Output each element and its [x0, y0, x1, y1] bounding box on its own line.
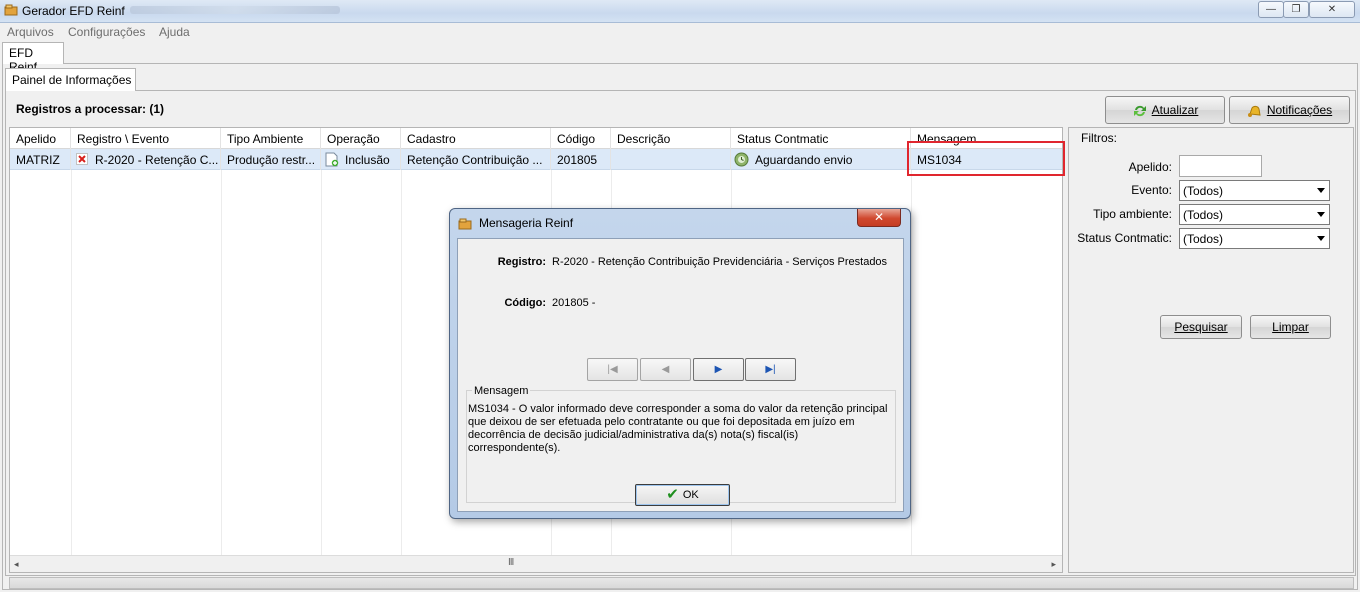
last-record-button[interactable]: ▶|: [745, 358, 796, 381]
bell-icon: [1247, 106, 1261, 118]
column-header-apelido[interactable]: Apelido: [10, 128, 71, 149]
app-icon: [4, 4, 18, 16]
mensageria-dialog: Mensageria Reinf ✕ Registro: R-2020 - Re…: [449, 208, 911, 519]
title-redacted-text: [130, 6, 340, 14]
column-header-codigo[interactable]: Código: [551, 128, 611, 149]
chevron-down-icon: [1317, 212, 1325, 217]
codigo-value: 201805 -: [552, 297, 596, 309]
menu-arquivos[interactable]: Arquivos: [7, 25, 54, 39]
bottom-scrollbar[interactable]: [9, 577, 1354, 589]
dialog-close-button[interactable]: ✕: [857, 209, 901, 227]
filter-tipo-ambiente-label: Tipo ambiente:: [1093, 207, 1172, 221]
scroll-right-arrow-icon[interactable]: ▸: [1051, 559, 1056, 570]
message-highlight-box: [907, 141, 1065, 176]
grid-column-line: [71, 170, 72, 555]
filter-status-select[interactable]: (Todos): [1179, 228, 1330, 249]
cell-status: Aguardando envio: [731, 149, 911, 170]
notifications-label: Notificações: [1266, 103, 1333, 117]
ok-button-label: OK: [682, 489, 699, 501]
minimize-button[interactable]: —: [1258, 1, 1284, 18]
clear-button[interactable]: Limpar: [1250, 315, 1331, 339]
grid-header: Apelido Registro \ Evento Tipo Ambiente …: [10, 128, 1062, 149]
refresh-icon: [1133, 105, 1146, 116]
cell-descricao: [611, 149, 731, 170]
tab-efd-reinf[interactable]: EFD Reinf: [2, 42, 64, 74]
cell-tipo-ambiente: Produção restr...: [221, 149, 321, 170]
registro-label: Registro:: [497, 256, 546, 268]
notifications-button[interactable]: Notificações: [1229, 96, 1350, 124]
message-legend: Mensagem: [472, 385, 531, 397]
registro-value: R-2020 - Retenção Contribuição Previdenc…: [552, 256, 888, 268]
codigo-label: Código:: [504, 297, 546, 309]
message-text: MS1034 - O valor informado deve correspo…: [468, 403, 888, 454]
cell-operacao-text: Inclusão: [345, 153, 390, 167]
menu-bar: Arquivos Configurações Ajuda: [0, 23, 1360, 41]
filter-evento-label: Evento:: [1131, 183, 1172, 197]
cell-apelido: MATRIZ: [10, 149, 71, 170]
dialog-title: Mensageria Reinf: [479, 216, 574, 230]
column-header-registro[interactable]: Registro \ Evento: [71, 128, 221, 149]
filter-evento-value: (Todos): [1183, 184, 1224, 198]
scroll-left-arrow-icon[interactable]: ◂: [14, 559, 19, 570]
checkmark-icon: ✔: [666, 486, 679, 504]
filter-evento-select[interactable]: (Todos): [1179, 180, 1330, 201]
grid-column-line: [911, 170, 912, 555]
cell-cadastro: Retenção Contribuição ...: [401, 149, 551, 170]
filter-apelido-label: Apelido:: [1128, 160, 1172, 174]
search-button-label: Pesquisar: [1174, 320, 1228, 334]
chevron-down-icon: [1317, 188, 1325, 193]
clear-button-label: Limpar: [1272, 320, 1309, 334]
close-button[interactable]: ✕: [1309, 1, 1355, 18]
cell-operacao: Inclusão: [321, 149, 401, 170]
window-title: Gerador EFD Reinf: [22, 4, 125, 18]
menu-configuracoes[interactable]: Configurações: [68, 25, 145, 39]
dialog-body: Registro: R-2020 - Retenção Contribuição…: [457, 238, 904, 512]
filter-status-value: (Todos): [1183, 232, 1224, 246]
cell-status-text: Aguardando envio: [755, 153, 853, 167]
pending-status-icon: [734, 152, 749, 167]
chevron-down-icon: [1317, 236, 1325, 241]
cell-codigo: 201805: [551, 149, 611, 170]
grid-column-line: [321, 170, 322, 555]
scroll-thumb-grip[interactable]: III: [508, 557, 514, 568]
filter-tipo-ambiente-select[interactable]: (Todos): [1179, 204, 1330, 225]
refresh-button[interactable]: Atualizar: [1105, 96, 1225, 124]
cell-registro-text: R-2020 - Retenção C...: [95, 153, 219, 167]
column-header-descricao[interactable]: Descrição: [611, 128, 731, 149]
refresh-label: Atualizar: [1151, 103, 1199, 117]
search-button[interactable]: Pesquisar: [1160, 315, 1242, 339]
column-header-status[interactable]: Status Contmatic: [731, 128, 911, 149]
next-record-button[interactable]: ▶: [693, 358, 744, 381]
filter-apelido-input[interactable]: [1179, 155, 1262, 177]
app-icon: [458, 218, 472, 230]
cell-registro: R-2020 - Retenção C...: [71, 149, 221, 170]
column-header-tipo-ambiente[interactable]: Tipo Ambiente: [221, 128, 321, 149]
previous-record-button[interactable]: ◀: [640, 358, 691, 381]
filter-tipo-ambiente-value: (Todos): [1183, 208, 1224, 222]
title-bar: Gerador EFD Reinf — ❐ ✕: [0, 0, 1360, 23]
column-header-cadastro[interactable]: Cadastro: [401, 128, 551, 149]
event-error-icon: [76, 153, 88, 165]
column-header-operacao[interactable]: Operação: [321, 128, 401, 149]
grid-column-line: [221, 170, 222, 555]
table-row[interactable]: MATRIZ R-2020 - Retenção C... Produção r…: [10, 149, 1062, 170]
ok-button[interactable]: ✔ OK: [635, 484, 730, 506]
records-count-label: Registros a processar: (1): [16, 102, 165, 116]
filter-status-label: Status Contmatic:: [1077, 231, 1172, 245]
document-add-icon: [325, 152, 339, 167]
grid-column-line: [401, 170, 402, 555]
horizontal-scrollbar[interactable]: ◂ III ▸: [10, 555, 1062, 572]
first-record-button[interactable]: |◀: [587, 358, 638, 381]
tab-painel-informacoes[interactable]: Painel de Informações: [5, 68, 136, 91]
filters-legend: Filtros:: [1079, 131, 1119, 145]
menu-ajuda[interactable]: Ajuda: [159, 25, 190, 39]
maximize-button[interactable]: ❐: [1283, 1, 1309, 18]
